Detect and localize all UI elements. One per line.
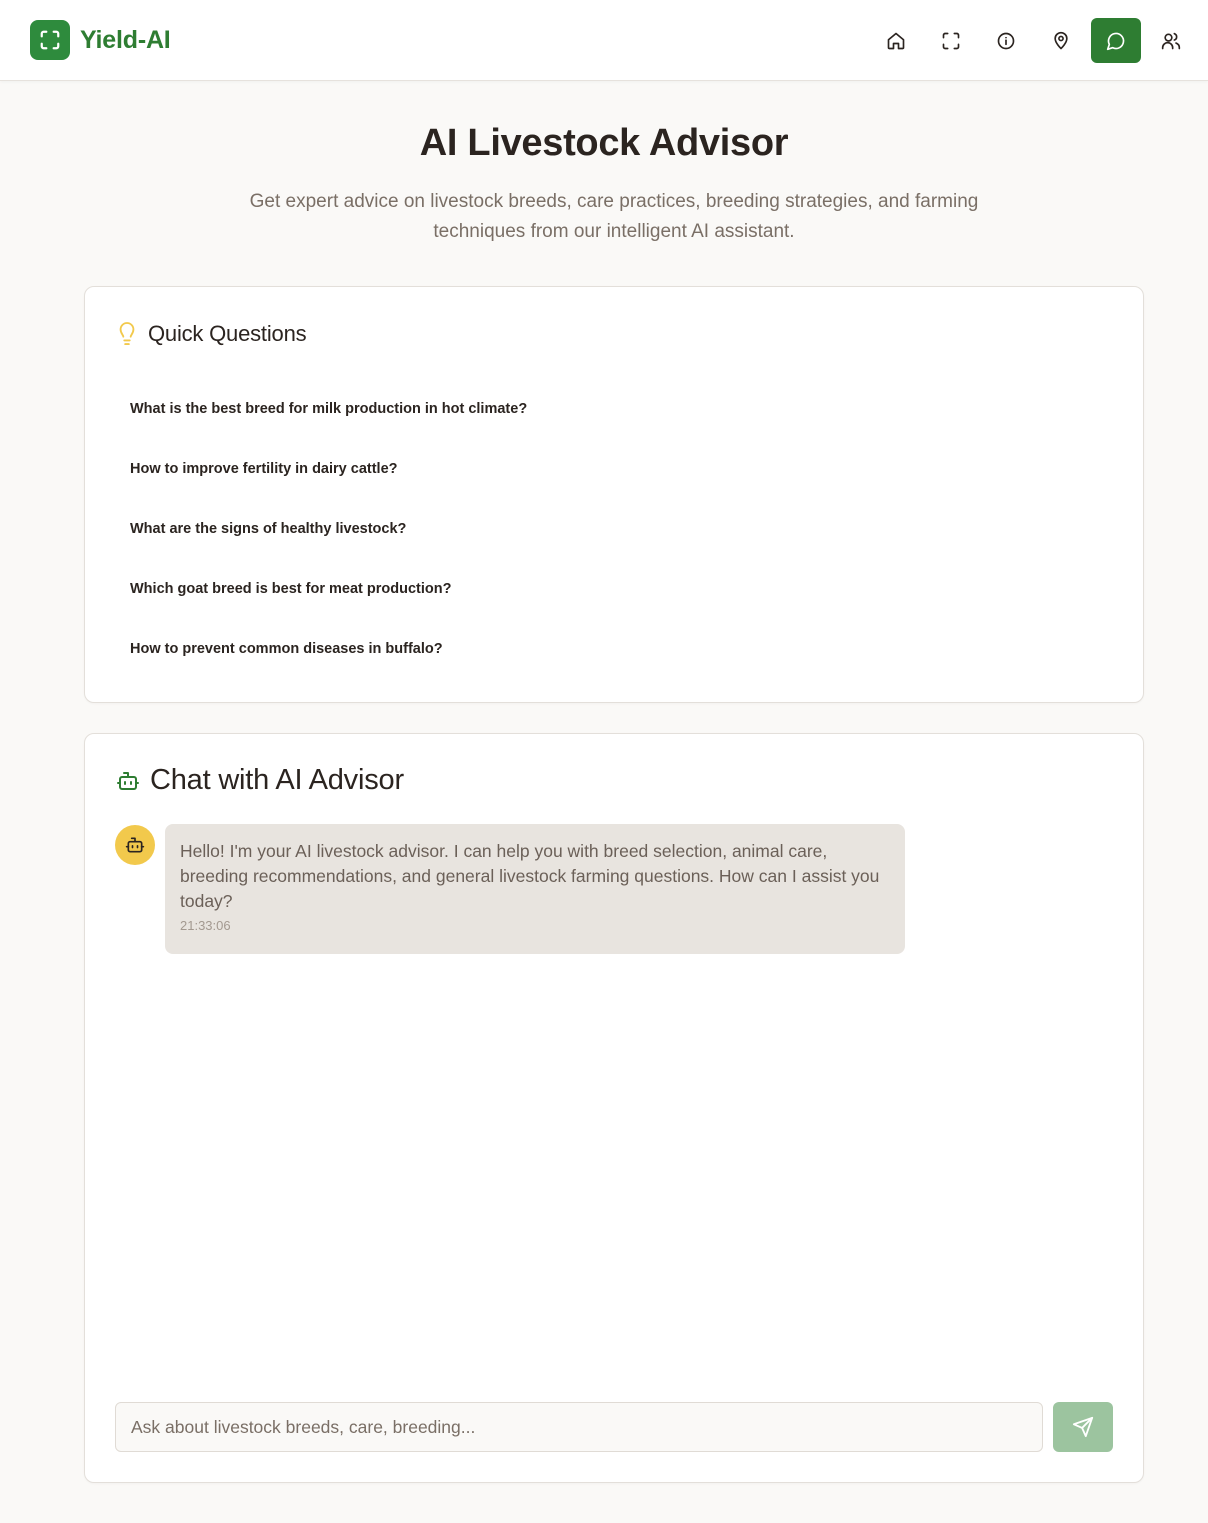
send-button[interactable] [1053,1402,1113,1452]
scan-icon [941,31,961,51]
quick-question-item[interactable]: What is the best breed for milk producti… [115,379,1115,439]
nav-home-button[interactable] [871,18,921,63]
nav-scan-button[interactable] [926,18,976,63]
quick-questions-title: Quick Questions [148,321,307,346]
home-icon [886,31,906,51]
quick-question-item[interactable]: Which goat breed is best for meat produc… [115,559,1115,619]
nav-info-button[interactable] [981,18,1031,63]
bot-icon [116,769,140,793]
nav-chat-button[interactable] [1091,18,1141,63]
chat-input[interactable] [115,1402,1043,1452]
bot-avatar [115,825,155,865]
chat-message-time: 21:33:06 [180,918,231,933]
chat-message-text: Hello! I'm your AI livestock advisor. I … [180,841,880,911]
chat-message-bubble: Hello! I'm your AI livestock advisor. I … [165,824,905,954]
quick-questions-card: Quick Questions What is the best breed f… [84,286,1144,703]
brand-name: Yield-AI [80,25,171,54]
nav-users-button[interactable] [1146,18,1196,63]
quick-question-item[interactable]: How to prevent common diseases in buffal… [115,619,1115,679]
users-icon [1161,31,1181,51]
quick-questions-header: Quick Questions [116,321,307,347]
main-nav [866,18,1196,63]
brand[interactable]: Yield-AI [30,20,171,60]
lightbulb-icon [116,321,138,347]
page-subtitle: Get expert advice on livestock breeds, c… [249,191,979,242]
chat-header: Chat with AI Advisor [116,764,404,797]
quick-question-item[interactable]: How to improve fertility in dairy cattle… [115,439,1115,499]
chat-title: Chat with AI Advisor [150,764,404,796]
nav-map-button[interactable] [1036,18,1086,63]
chat-card: Chat with AI Advisor Hello! I'm your AI … [84,733,1144,1483]
bot-avatar-icon [125,835,145,855]
info-icon [996,31,1016,51]
quick-questions-list: What is the best breed for milk producti… [115,379,1115,679]
send-icon [1072,1416,1094,1438]
page-title: AI Livestock Advisor [419,122,789,164]
quick-question-item[interactable]: What are the signs of healthy livestock? [115,499,1115,559]
chat-icon [1106,31,1126,51]
map-pin-icon [1051,31,1071,51]
scan-logo-icon [30,20,70,60]
top-navbar: Yield-AI [0,0,1208,81]
